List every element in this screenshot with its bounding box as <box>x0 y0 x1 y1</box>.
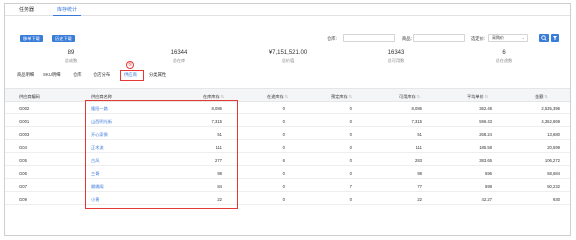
app-window: 任务器 库存统计 移单下载 历史下载 仓库: 商品: 选定价: 采购价 ⌄ 89… <box>4 3 571 236</box>
sort-icon: ⇅ <box>220 94 225 99</box>
table-cell: 7 <box>349 183 352 189</box>
table-cell: 283 <box>415 157 422 163</box>
table-cell: G003 <box>19 131 30 137</box>
tab-task[interactable]: 任务器 <box>15 7 38 16</box>
search-button[interactable] <box>539 34 549 42</box>
col-available[interactable]: 可用库存⇅ <box>399 94 420 100</box>
stat-total-stock: 16344 总在库 <box>170 50 188 63</box>
table-cell: 0 <box>349 157 352 163</box>
table-cell: 268.24 <box>479 131 492 137</box>
table-cell: 0 <box>349 131 352 137</box>
table-cell: 0 <box>282 131 285 137</box>
table-cell: 20,599 <box>547 144 560 150</box>
subtab-sku-detail[interactable]: SKU明细 <box>43 72 60 78</box>
history-download-button[interactable]: 历史下载 <box>52 35 75 42</box>
table-cell: 596 <box>485 170 492 176</box>
table-cell: 0 <box>282 183 285 189</box>
table-cell: 2,535,396 <box>541 105 560 111</box>
product-label: 商品: <box>402 36 412 41</box>
filter-icon <box>553 36 557 40</box>
table-cell: 0 <box>282 196 285 202</box>
search-icon <box>541 35 547 41</box>
price-type-select[interactable]: 采购价 ⌄ <box>488 34 528 42</box>
col-amount[interactable]: 金额⇅ <box>535 94 548 100</box>
table-cell: 0 <box>282 144 285 150</box>
table-cell: 0 <box>282 105 285 111</box>
chevron-down-icon: ⌄ <box>521 35 525 40</box>
table-cell: 22 <box>417 196 422 202</box>
table-cell: 930 <box>553 196 560 202</box>
table-cell: 0 <box>349 196 352 202</box>
subtab-warehouse-distribution[interactable]: 仓店分布 <box>93 72 110 78</box>
col-supplier-code[interactable]: 供应商编码 <box>19 94 40 100</box>
sort-icon: ⇅ <box>484 94 489 99</box>
table-cell: 4,362,869 <box>541 118 560 124</box>
table-cell: G07 <box>19 183 27 189</box>
tab-inventory-stats[interactable]: 库存统计 <box>53 7 82 16</box>
table-cell: 383.65 <box>479 157 492 163</box>
price-type-value: 采购价 <box>492 35 504 40</box>
table-cell: 0 <box>282 170 285 176</box>
table-cell: 58,684 <box>547 170 560 176</box>
table-cell: G001 <box>19 118 30 124</box>
price-type-label: 选定价: <box>471 36 486 41</box>
table-cell: 596.43 <box>479 118 492 124</box>
subtab-warehouse[interactable]: 仓库 <box>73 72 82 78</box>
tab-bar: 任务器 库存统计 <box>5 4 570 16</box>
product-input[interactable] <box>413 34 465 42</box>
filter-button[interactable] <box>551 34 559 42</box>
stat-total-in-transit: 6 总在途数 <box>495 50 513 63</box>
table-cell: 0 <box>349 105 352 111</box>
table-cell: 51 <box>417 131 422 137</box>
table-cell: 6 <box>282 157 285 163</box>
sort-icon: ⇅ <box>416 94 421 99</box>
col-in-transit[interactable]: 在途库存⇅ <box>267 94 288 100</box>
table-cell: 598 <box>485 183 492 189</box>
table-cell: 0 <box>349 118 352 124</box>
table-cell: G09 <box>19 196 27 202</box>
table-cell: 106,272 <box>544 157 560 163</box>
stat-total-count: 89 总成数 <box>64 50 78 63</box>
sort-icon: ⇅ <box>544 94 548 99</box>
sort-icon: ⇅ <box>284 94 289 99</box>
stat-total-available: 16343 总可用数 <box>387 50 405 63</box>
table-cell: 77 <box>417 183 422 189</box>
table-cell: 8,086 <box>411 105 422 111</box>
table-cell: 98 <box>417 170 422 176</box>
subtab-product-detail[interactable]: 商品明细 <box>17 72 34 78</box>
table-cell: 185.58 <box>479 144 492 150</box>
table-cell: 13,680 <box>547 131 560 137</box>
supplier-columns-highlight <box>85 100 238 209</box>
stat-total-value: ¥7,151,521.00 总价值 <box>268 50 308 63</box>
table-cell: 111 <box>415 144 422 150</box>
table-cell: G04 <box>19 144 27 150</box>
table-cell: 42.27 <box>481 196 492 202</box>
table-cell: 362.48 <box>479 105 492 111</box>
table-cell: 0 <box>282 118 285 124</box>
annotation-marker: ⑤ <box>126 61 134 69</box>
warehouse-input[interactable] <box>343 34 395 42</box>
subtab-category[interactable]: 分类属性 <box>149 72 166 78</box>
col-avg-price[interactable]: 平均单价⇅ <box>467 94 488 100</box>
table-cell: G05 <box>19 157 27 163</box>
table-cell: 0 <box>349 144 352 150</box>
table-cell: G002 <box>19 105 30 111</box>
table-cell: 7,315 <box>411 118 422 124</box>
supplier-tab-highlight <box>120 70 144 81</box>
table-cell: 50,232 <box>547 183 560 189</box>
export-button[interactable]: 移单下载 <box>20 35 43 42</box>
sort-icon: ⇅ <box>348 94 353 99</box>
table-cell: G06 <box>19 170 27 176</box>
warehouse-label: 仓库: <box>327 36 337 41</box>
col-reserved[interactable]: 预定库存⇅ <box>331 94 352 100</box>
table-cell: 0 <box>349 170 352 176</box>
